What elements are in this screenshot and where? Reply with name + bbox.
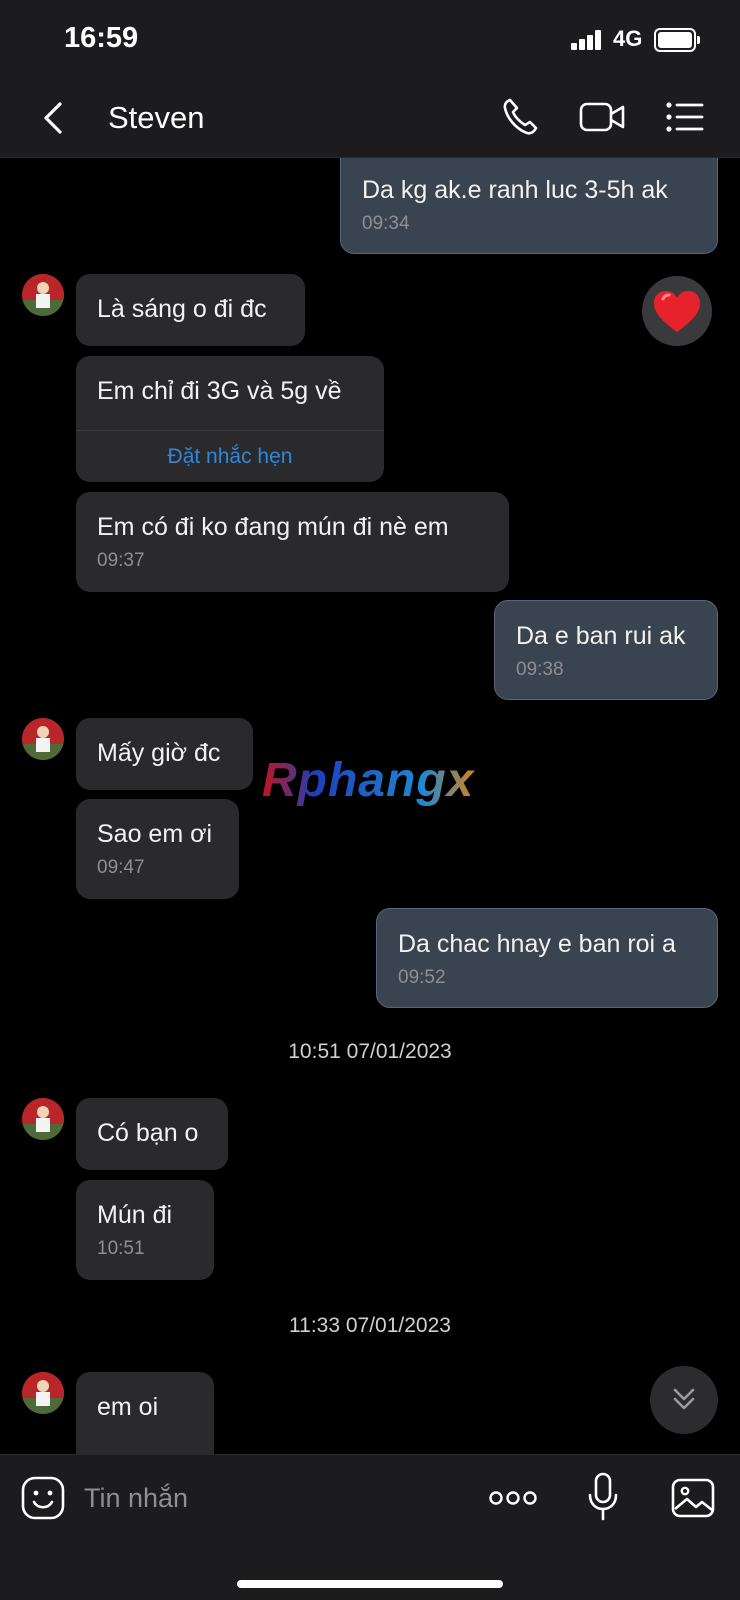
status-time: 16:59 (64, 22, 139, 54)
message-text: Em có đi ko đang mún đi nè em (97, 513, 449, 541)
chevron-left-icon[interactable] (36, 96, 76, 140)
message-time: 09:34 (362, 213, 410, 234)
outgoing-message[interactable]: Da kg ak.e ranh luc 3-5h ak 09:34 (340, 158, 718, 254)
incoming-message[interactable]: Mấy giờ đc (76, 718, 253, 790)
video-camera-icon[interactable] (578, 92, 628, 142)
incoming-message[interactable]: Sao em ơi 09:47 (76, 799, 239, 899)
double-chevron-down-icon[interactable] (650, 1366, 718, 1434)
message-time: 09:37 (97, 550, 145, 571)
message-text: Em chỉ đi 3G và 5g về (97, 377, 342, 405)
more-dots-icon[interactable] (488, 1481, 538, 1515)
avatar[interactable] (22, 274, 64, 316)
heart-icon[interactable] (642, 276, 712, 346)
list-icon[interactable] (662, 92, 712, 142)
chat-header: Steven (0, 80, 740, 158)
date-divider: 10:51 07/01/2023 (288, 1040, 452, 1063)
message-text: Là sáng o đi đc (97, 295, 267, 323)
avatar[interactable] (22, 1098, 64, 1140)
status-bar: 16:59 4G (0, 0, 740, 80)
message-text: Có bạn o (97, 1119, 199, 1147)
message-time: 10:51 (97, 1238, 145, 1259)
message-text: Mấy giờ đc (97, 739, 221, 767)
date-divider: 11:33 07/01/2023 (289, 1314, 451, 1337)
message-time: 09:52 (398, 967, 446, 988)
message-text: em oi (97, 1393, 159, 1421)
image-icon[interactable] (670, 1477, 716, 1519)
message-text: Mún đi (97, 1201, 173, 1229)
battery-icon (654, 28, 700, 52)
signal-icon (571, 30, 603, 50)
incoming-message[interactable]: Có bạn o (76, 1098, 228, 1170)
watermark: Rphangx (260, 750, 480, 822)
message-text: Da e ban rui ak (516, 622, 686, 650)
message-text: Sao em ơi (97, 820, 213, 848)
outgoing-message[interactable]: Da e ban rui ak 09:38 (494, 600, 718, 700)
composer-bar (0, 1454, 740, 1600)
message-time: 09:47 (97, 857, 145, 878)
outgoing-message[interactable]: Da chac hnay e ban roi a 09:52 (376, 908, 718, 1008)
watermark-text: Rphangx (262, 754, 476, 807)
message-time: 09:38 (516, 659, 564, 680)
message-text: Da kg ak.e ranh luc 3-5h ak (362, 176, 668, 204)
avatar[interactable] (22, 718, 64, 760)
network-label: 4G (613, 26, 643, 51)
message-list[interactable]: Da kg ak.e ranh luc 3-5h ak 09:34 Là sán… (0, 158, 740, 1454)
incoming-message[interactable]: Là sáng o đi đc (76, 274, 305, 346)
avatar[interactable] (22, 1372, 64, 1414)
incoming-message[interactable]: em oi (76, 1372, 214, 1454)
message-input[interactable] (84, 1475, 444, 1521)
message-text: Da chac hnay e ban roi a (398, 930, 676, 958)
incoming-message[interactable]: Em có đi ko đang mún đi nè em 09:37 (76, 492, 509, 592)
home-indicator[interactable] (237, 1580, 503, 1588)
sticker-smile-icon[interactable] (20, 1475, 66, 1521)
incoming-message[interactable]: Mún đi 10:51 (76, 1180, 214, 1280)
microphone-icon[interactable] (586, 1471, 620, 1523)
set-reminder-button[interactable]: Đặt nhắc hẹn (76, 430, 384, 482)
phone-icon[interactable] (496, 92, 546, 142)
contact-name[interactable]: Steven (108, 100, 205, 136)
incoming-message[interactable]: Em chỉ đi 3G và 5g về Đặt nhắc hẹn (76, 356, 384, 482)
